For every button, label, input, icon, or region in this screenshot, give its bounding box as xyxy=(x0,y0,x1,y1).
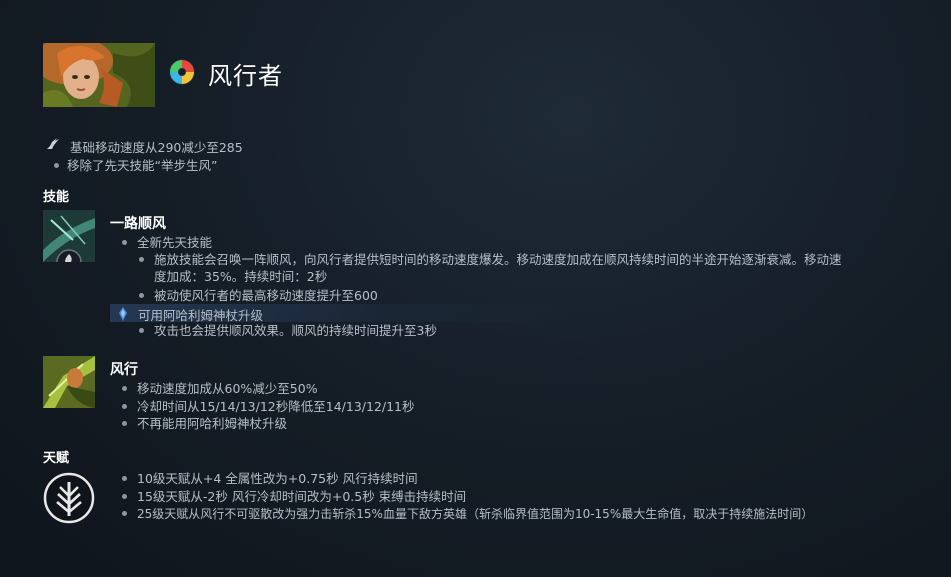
list-item: 施放技能会召唤一阵顺风，向风行者提供短时间的移动速度爆发。移动速度加成在顺风持续… xyxy=(139,251,909,268)
bullet-icon xyxy=(139,293,144,298)
bullet-icon xyxy=(139,328,144,333)
section-title-talents: 天赋 xyxy=(43,451,70,466)
winged-boot-icon xyxy=(46,138,60,150)
list-item: 全新先天技能 xyxy=(122,234,212,251)
bullet-icon xyxy=(139,257,144,262)
bullet-icon xyxy=(122,404,127,409)
general-change-1: 基础移动速度从290减少至285 xyxy=(47,137,243,156)
list-item: 冷却时间从15/14/13/12秒降低至14/13/12/11秒 xyxy=(122,398,415,415)
general-change-text: 基础移动速度从290减少至285 xyxy=(70,140,243,155)
list-item: 不再能用阿哈利姆神杖升级 xyxy=(122,415,287,432)
windranger-attribute-icon xyxy=(168,58,196,86)
talent-tree-icon xyxy=(43,472,95,524)
ability-name-windrun: 风行 xyxy=(110,362,138,378)
list-item: 攻击也会提供顺风效果。顺风的持续时间提升至3秒 xyxy=(139,322,437,339)
list-item: 移动速度加成从60%减少至50% xyxy=(122,380,318,397)
bullet-icon xyxy=(122,421,127,426)
talent-item: 10级天赋从+4 全属性改为+0.75秒 风行持续时间 xyxy=(122,470,418,487)
section-title-abilities: 技能 xyxy=(43,190,70,205)
bullet-icon xyxy=(54,163,59,168)
ability-icon-tailwind xyxy=(43,210,95,275)
talent-item: 15级天赋从-2秒 风行冷却时间改为+0.5秒 束缚击持续时间 xyxy=(122,488,466,505)
hero-portrait xyxy=(43,43,155,107)
ability-name-tailwind: 一路顺风 xyxy=(110,216,166,232)
ability-icon-windrun xyxy=(43,356,95,408)
general-change-text: 移除了先天技能“举步生风” xyxy=(67,158,218,173)
list-item-continuation: 度加成：35%。持续时间：2秒 xyxy=(154,269,328,284)
bullet-icon xyxy=(122,476,127,481)
bullet-icon xyxy=(122,386,127,391)
aghs-upgrade-row: 可用阿哈利姆神杖升级 xyxy=(110,304,570,323)
bullet-icon xyxy=(122,240,127,245)
aghanims-scepter-icon xyxy=(117,306,129,321)
general-change-2: 移除了先天技能“举步生风” xyxy=(54,155,217,174)
bullet-icon xyxy=(122,494,127,499)
hero-name: 风行者 xyxy=(208,62,283,90)
talent-item: 25级天赋从风行不可驱散改为强力击斩杀15%血量下敌方英雄（斩杀临界值范围为10… xyxy=(122,506,813,523)
list-item: 被动使风行者的最高移动速度提升至600 xyxy=(139,287,378,304)
bullet-icon xyxy=(122,511,127,516)
